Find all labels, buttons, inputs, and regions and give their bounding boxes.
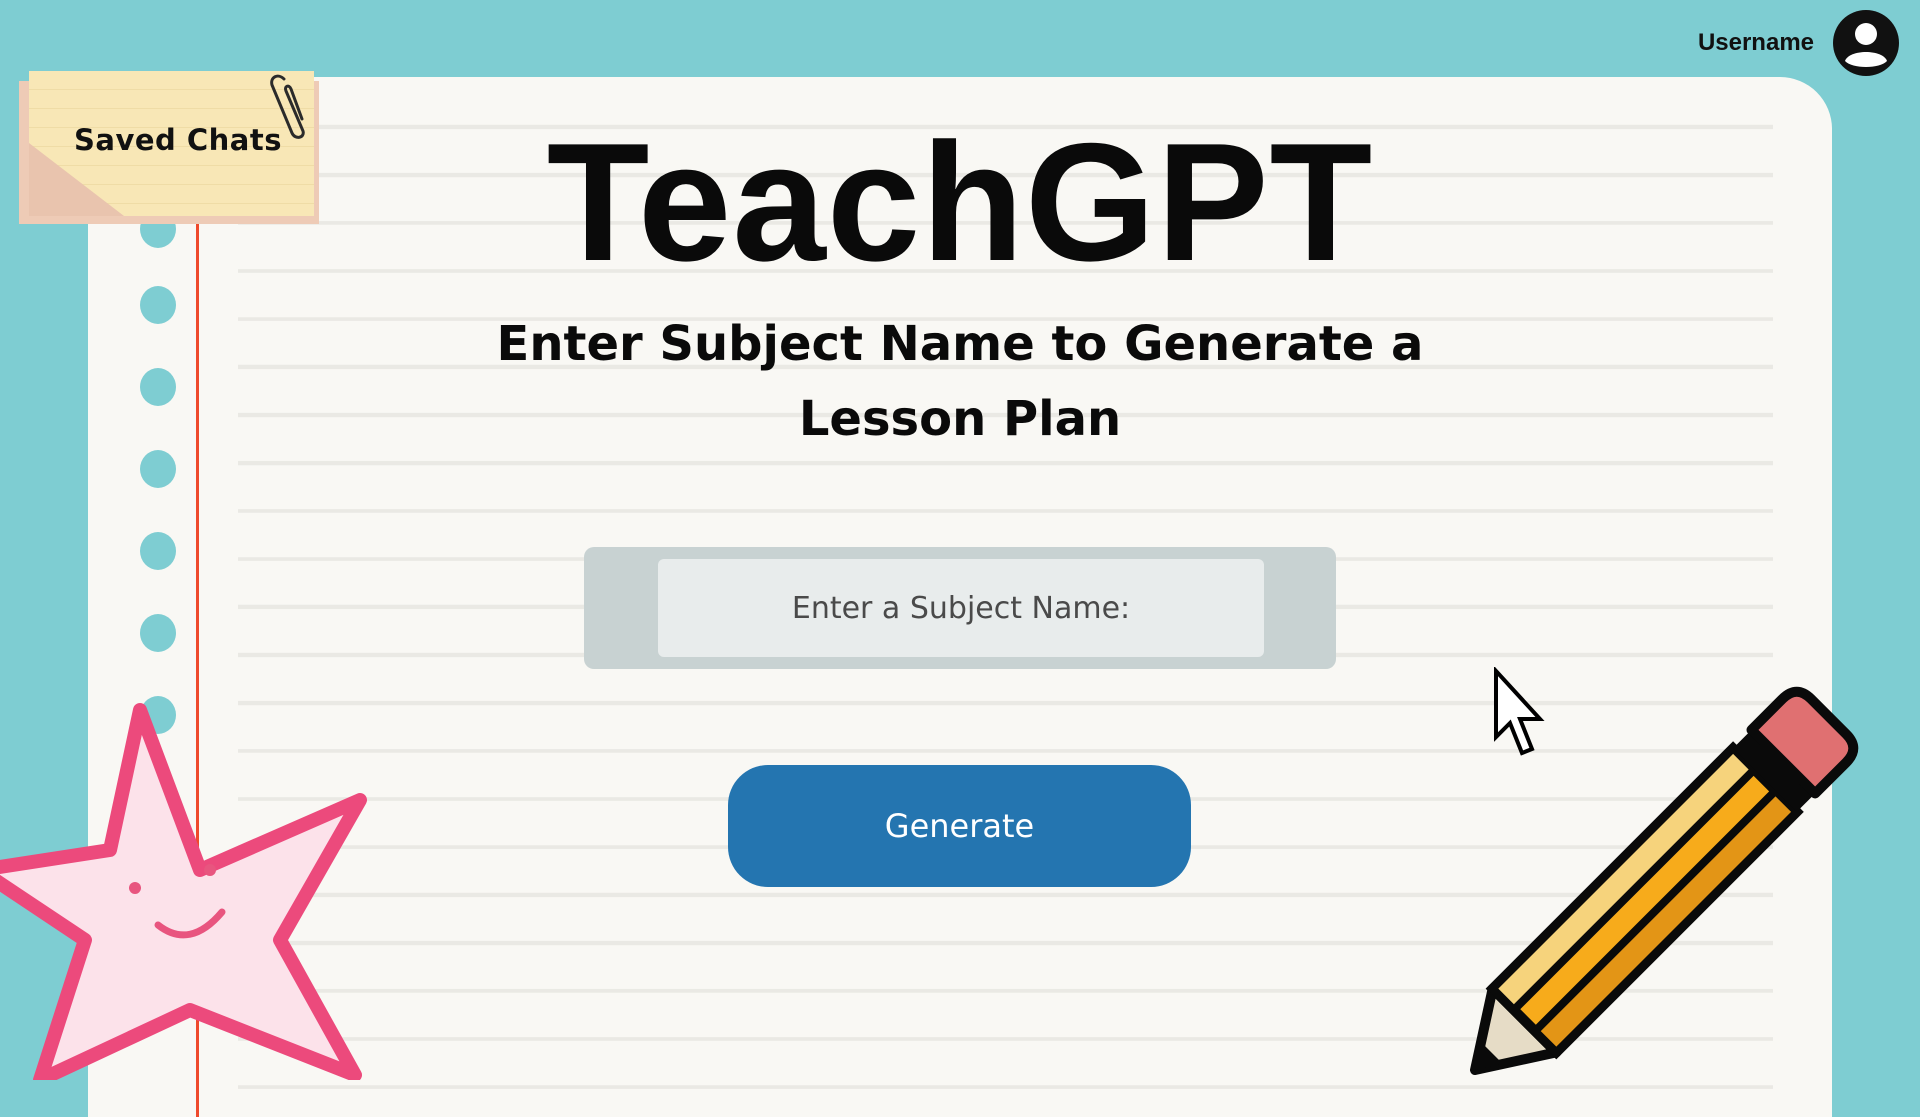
- pencil-illustration: [1470, 686, 1859, 1075]
- smiling-star-sticker: [0, 703, 367, 1080]
- binder-hole: [140, 450, 176, 488]
- subject-input-frame: [584, 547, 1336, 669]
- binder-hole: [140, 368, 176, 406]
- username-label: Username: [1697, 29, 1814, 56]
- page-subtitle: Enter Subject Name to Generate a Lesson …: [496, 316, 1424, 447]
- binder-hole: [140, 614, 176, 652]
- page-title: TeachGPT: [546, 108, 1374, 296]
- binder-hole: [140, 286, 176, 324]
- user-avatar-icon[interactable]: [1832, 9, 1900, 77]
- subject-name-input[interactable]: [658, 559, 1264, 657]
- binder-hole: [140, 532, 176, 570]
- user-menu[interactable]: Username: [1698, 8, 1900, 78]
- generate-button[interactable]: Generate: [728, 765, 1191, 887]
